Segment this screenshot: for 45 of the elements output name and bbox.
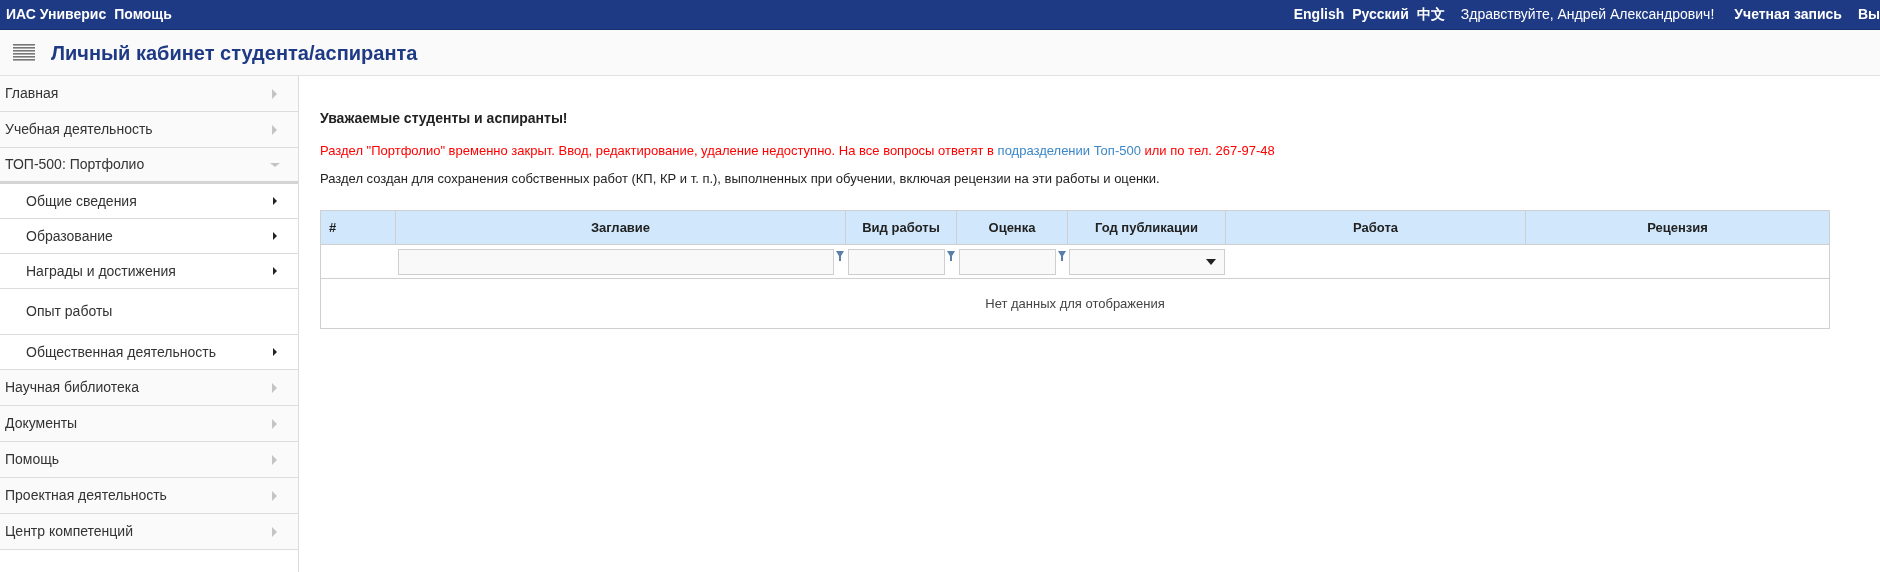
language-link[interactable]: English — [1293, 4, 1345, 25]
filter-field[interactable] — [958, 248, 1056, 275]
caret-right-icon — [270, 266, 280, 276]
language-link[interactable]: 中文 — [1416, 4, 1445, 25]
greeting-text: Здравствуйте, Андрей Александрович! — [1460, 5, 1715, 24]
caret-right-icon — [270, 231, 280, 241]
caret-right-icon — [270, 418, 280, 429]
column-header[interactable]: # — [320, 210, 396, 245]
sidebar-item[interactable]: Центр компетенций — [0, 514, 298, 550]
sidebar-item[interactable]: Главная — [0, 76, 298, 112]
column-header[interactable]: Заглавие — [395, 210, 846, 245]
caret-right-icon — [270, 526, 280, 537]
caret-right-icon — [270, 454, 280, 465]
sidebar-item[interactable]: Документы — [0, 406, 298, 442]
caret-right-icon — [270, 88, 280, 99]
sidebar-item[interactable]: Научная библиотека — [0, 370, 298, 406]
account-link[interactable]: Учетная запись — [1734, 4, 1842, 25]
sidebar-item[interactable]: Учебная деятельность — [0, 112, 298, 148]
language-link[interactable]: Русский — [1352, 4, 1409, 25]
sidebar-item[interactable]: Помощь — [0, 442, 298, 478]
empty-message: Нет данных для отображения — [320, 278, 1830, 329]
caret-right-icon — [270, 382, 280, 393]
logout-link[interactable]: Вы — [1857, 4, 1880, 25]
column-header[interactable]: Оценка — [956, 210, 1068, 245]
description-text: Раздел создан для сохранения собственных работ (КП, КР и т. п.), выполненных при обучении, включая рецензии на эти работы и оценки. — [320, 169, 1161, 188]
column-header[interactable]: Работа — [1225, 210, 1526, 245]
notice-text: Раздел "Портфолио" временно закрыт. Ввод, редактирование, удаление недоступно. На все вопросы ответят в подразделении Топ-500 или по тел. 267-97-48 — [320, 142, 1276, 160]
column-header[interactable]: Год публикации — [1067, 210, 1226, 245]
filter-field[interactable] — [397, 248, 834, 275]
caret-right-icon — [270, 347, 280, 357]
notice-link[interactable]: подразделении Топ-500 — [997, 143, 1141, 158]
top-link[interactable]: ИАС Универис — [6, 4, 107, 25]
column-header[interactable]: Вид работы — [845, 210, 957, 245]
filter-field[interactable] — [847, 248, 945, 275]
sidebar-item[interactable]: ТОП-500: Портфолио — [0, 148, 298, 184]
page-title: Личный кабинет студента/аспиранта — [51, 40, 418, 66]
caret-right-icon — [270, 196, 280, 206]
column-header[interactable]: Рецензия — [1525, 210, 1830, 245]
caret-down-icon — [1205, 258, 1216, 265]
top-link[interactable]: Помощь — [114, 4, 172, 25]
sidebar-item[interactable]: Проектная деятельность — [0, 478, 298, 514]
caret-right-icon — [270, 124, 280, 135]
caret-right-icon — [270, 490, 280, 501]
menu-icon[interactable] — [13, 44, 35, 61]
heading: Уважаемые студенты и аспиранты! — [320, 109, 569, 128]
